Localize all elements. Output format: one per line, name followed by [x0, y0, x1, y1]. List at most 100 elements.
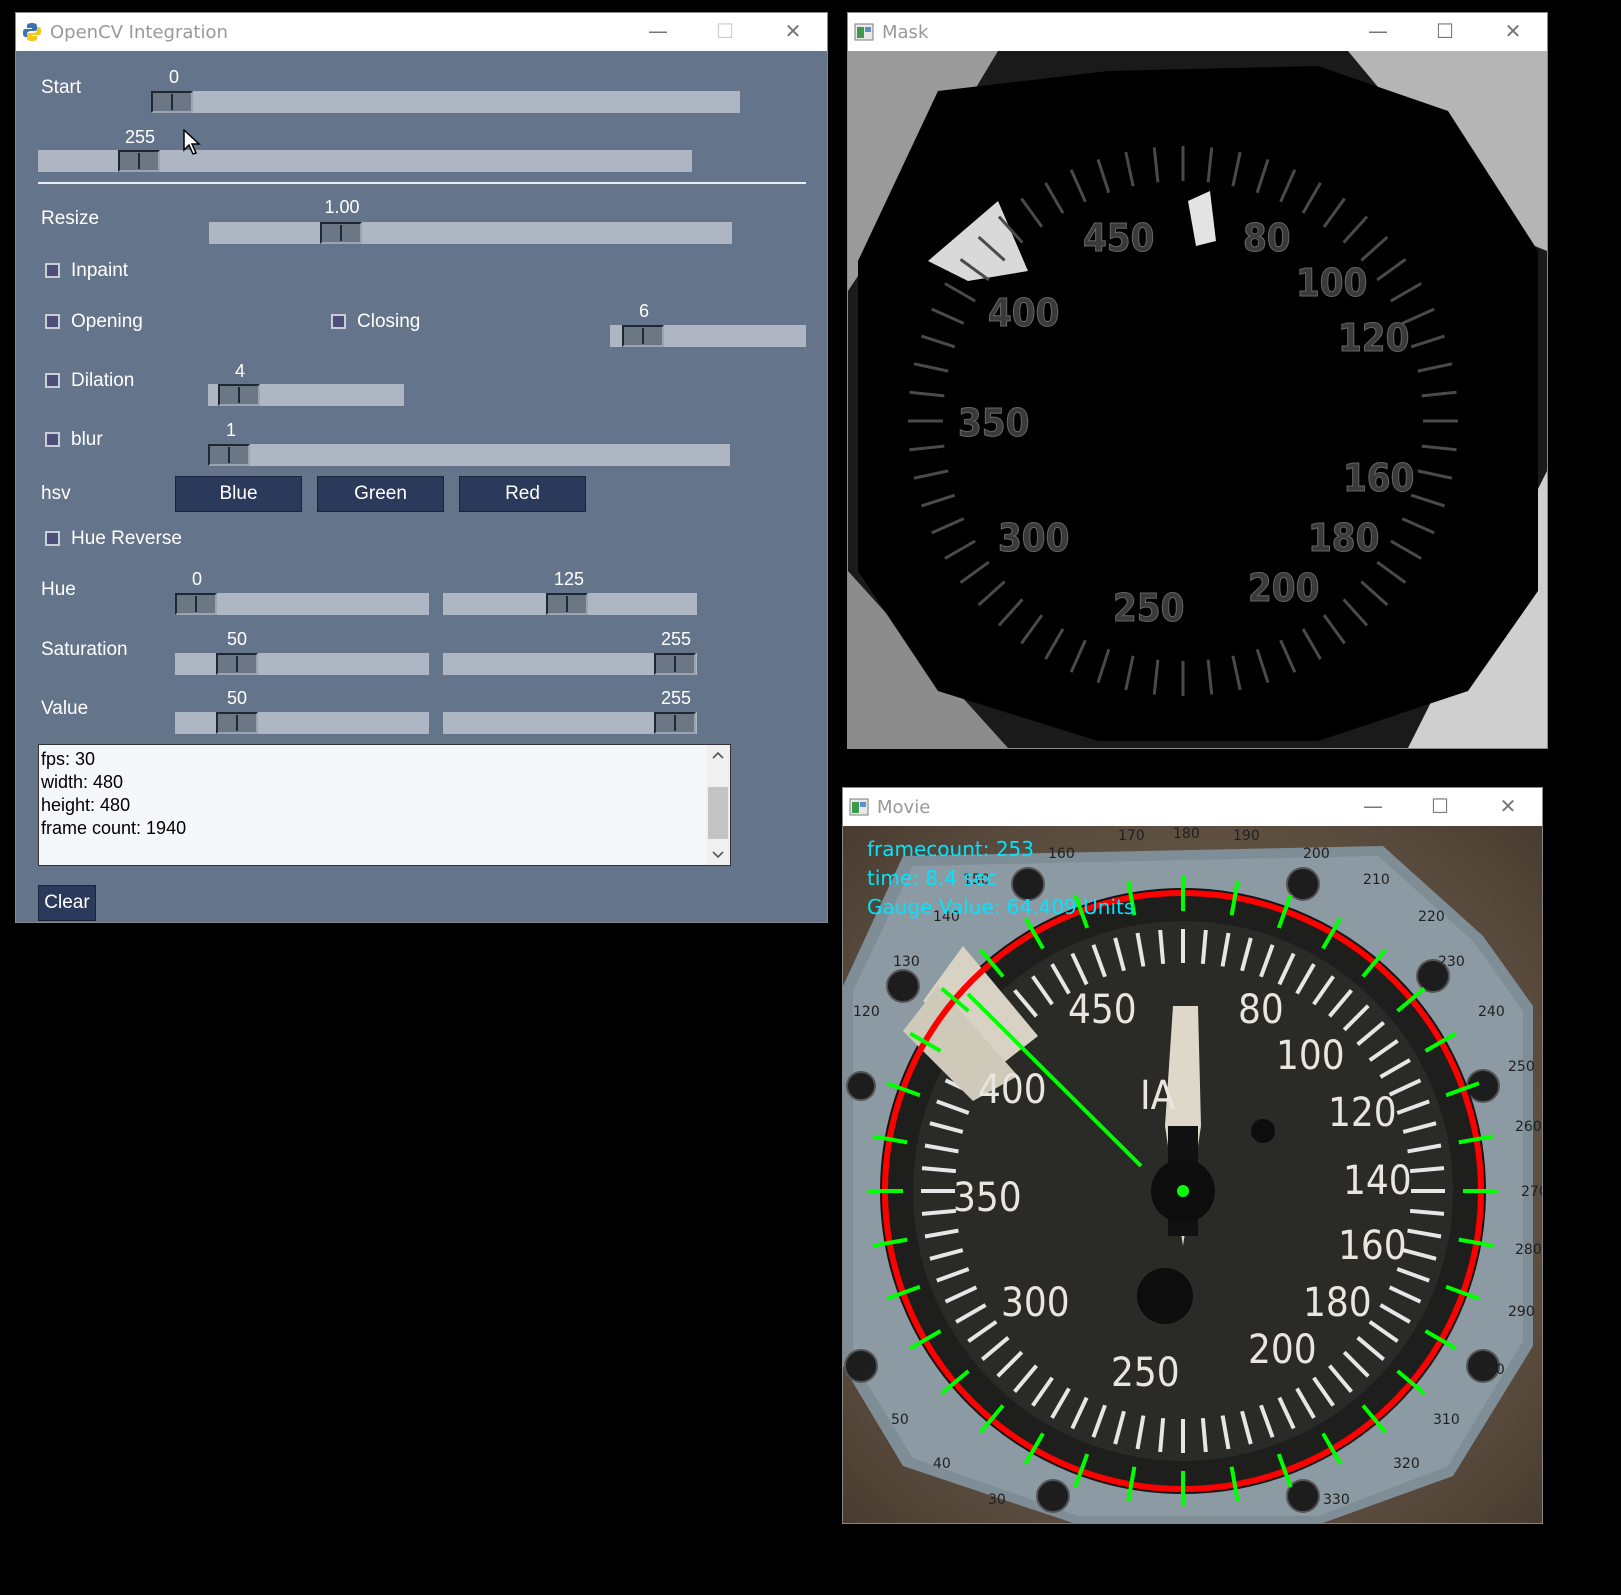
mask-window-titlebar[interactable]: Mask — ☐ ✕: [848, 13, 1547, 51]
saturation-label: Saturation: [41, 639, 128, 660]
hue-high-slider[interactable]: [443, 593, 697, 615]
bezel-number: 40: [933, 1456, 951, 1472]
slider-thumb[interactable]: [654, 653, 696, 675]
minimize-button[interactable]: —: [1343, 13, 1413, 51]
hue-high-value: 125: [553, 569, 585, 589]
window-title: OpenCV Integration: [50, 22, 228, 43]
start-slider[interactable]: [151, 91, 740, 113]
slider-thumb[interactable]: [622, 325, 664, 347]
resize-value: 1.00: [324, 197, 360, 217]
bezel-number: 170: [1118, 828, 1145, 844]
opening-checkbox[interactable]: [45, 314, 60, 329]
gauge-value-overlay: Gauge Value: 64.409 Units: [867, 895, 1134, 919]
output-console[interactable]: fps: 30 width: 480 height: 480 frame cou…: [38, 744, 731, 866]
hue-reverse-checkbox[interactable]: [45, 531, 60, 546]
bezel-number: 270: [1521, 1184, 1542, 1200]
resize-label: Resize: [41, 208, 100, 229]
slider-thumb[interactable]: [151, 91, 193, 113]
bezel-number: 310: [1433, 1412, 1460, 1428]
scrollbar-thumb[interactable]: [708, 787, 728, 839]
movie-gauge-canvas: 450 80 100 400 IA 120 140 350 160 300 18…: [843, 826, 1542, 1523]
chevron-up-icon[interactable]: [712, 751, 724, 759]
window-app-icon: [854, 23, 874, 41]
slider-thumb[interactable]: [216, 653, 258, 675]
slider-thumb[interactable]: [175, 593, 217, 615]
mask-number: 300: [998, 516, 1069, 560]
movie-window: Movie — ☐ ✕ 450 80 100 400 IA 120 140 35…: [842, 787, 1543, 1524]
dial-number: 300: [1001, 1280, 1070, 1326]
blur-slider[interactable]: [208, 444, 730, 466]
python-icon: [23, 23, 41, 41]
console-line: height: 480: [41, 795, 131, 815]
bezel-number: 200: [1303, 846, 1330, 862]
saturation-high-slider[interactable]: [443, 653, 697, 675]
hue-label: Hue: [41, 579, 76, 600]
bezel-number: 30: [988, 1492, 1006, 1508]
hue-low-slider[interactable]: [175, 593, 429, 615]
console-scrollbar[interactable]: [706, 745, 730, 865]
dial-number: IA: [1140, 1073, 1176, 1119]
slider-thumb[interactable]: [218, 384, 260, 406]
mask-number: 80: [1243, 216, 1291, 260]
end-value: 255: [124, 127, 156, 147]
dial-number: 250: [1111, 1350, 1180, 1396]
dial-number: 140: [1343, 1158, 1412, 1204]
dilation-slider[interactable]: [208, 384, 404, 406]
chevron-down-icon[interactable]: [712, 851, 724, 859]
clear-button[interactable]: Clear: [38, 885, 96, 921]
control-panel: Start 0 255 Resize 1.00 Inpaint Opening …: [16, 51, 827, 922]
green-button[interactable]: Green: [317, 476, 444, 512]
red-button[interactable]: Red: [459, 476, 586, 512]
dial-number: 200: [1248, 1327, 1317, 1373]
maximize-button[interactable]: ☐: [1410, 13, 1480, 51]
bezel-number: 180: [1173, 826, 1200, 842]
mask-window: Mask — ☐ ✕ 450 80 100 400 120 350 160 30…: [847, 12, 1548, 749]
bezel-number: 50: [891, 1412, 909, 1428]
close-button[interactable]: ✕: [1473, 788, 1543, 826]
resize-slider[interactable]: [209, 222, 732, 244]
blur-label: blur: [71, 429, 103, 450]
dial-number: 160: [1338, 1223, 1407, 1269]
blue-button[interactable]: Blue: [175, 476, 302, 512]
value-low-slider[interactable]: [175, 712, 429, 734]
movie-image: 450 80 100 400 IA 120 140 350 160 300 18…: [843, 826, 1542, 1523]
control-window-titlebar[interactable]: OpenCV Integration — ☐ ✕: [16, 13, 827, 51]
framecount-overlay: framecount: 253: [867, 837, 1034, 861]
close-button[interactable]: ✕: [758, 13, 828, 51]
start-value: 0: [168, 67, 180, 87]
movie-window-titlebar[interactable]: Movie — ☐ ✕: [843, 788, 1542, 826]
closing-slider[interactable]: [610, 325, 806, 347]
saturation-low-slider[interactable]: [175, 653, 429, 675]
bezel-number: 160: [1048, 846, 1075, 862]
bezel-number: 260: [1515, 1119, 1542, 1135]
time-overlay: time: 8.4 sec: [867, 866, 997, 890]
blur-value: 1: [225, 420, 237, 440]
close-button[interactable]: ✕: [1478, 13, 1548, 51]
slider-thumb[interactable]: [208, 444, 250, 466]
maximize-button[interactable]: ☐: [690, 13, 760, 51]
bezel-number: 330: [1323, 1492, 1350, 1508]
minimize-button[interactable]: —: [623, 13, 693, 51]
dial-number: 80: [1238, 987, 1284, 1033]
end-slider[interactable]: [38, 150, 692, 172]
hue-reverse-label: Hue Reverse: [71, 528, 182, 549]
console-line: width: 480: [41, 772, 124, 792]
blur-checkbox[interactable]: [45, 432, 60, 447]
bezel-number: 320: [1393, 1456, 1420, 1472]
inpaint-checkbox[interactable]: [45, 263, 60, 278]
maximize-button[interactable]: ☐: [1405, 788, 1475, 826]
opening-label: Opening: [71, 311, 143, 332]
value-high-value: 255: [660, 688, 692, 708]
dilation-checkbox[interactable]: [45, 373, 60, 388]
mask-number: 160: [1343, 456, 1414, 500]
closing-checkbox[interactable]: [331, 314, 346, 329]
slider-thumb[interactable]: [216, 712, 258, 734]
slider-thumb[interactable]: [654, 712, 696, 734]
bezel-number: 240: [1478, 1004, 1505, 1020]
value-high-slider[interactable]: [443, 712, 697, 734]
slider-thumb[interactable]: [546, 593, 588, 615]
minimize-button[interactable]: —: [1338, 788, 1408, 826]
dial-number: 180: [1303, 1280, 1372, 1326]
slider-thumb[interactable]: [320, 222, 362, 244]
slider-thumb[interactable]: [118, 150, 160, 172]
